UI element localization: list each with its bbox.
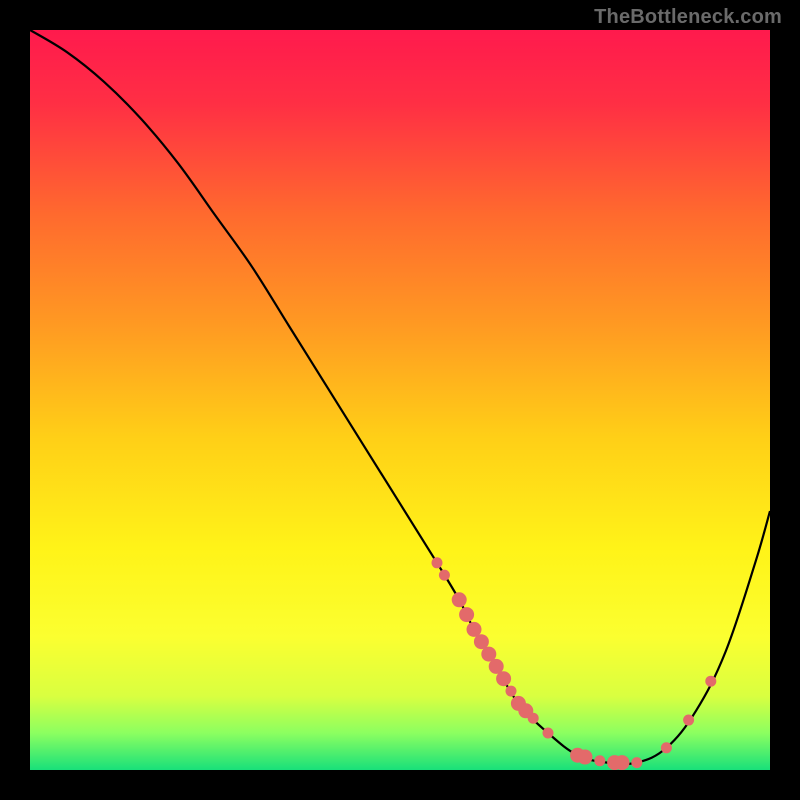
data-point — [439, 570, 450, 581]
data-point — [452, 592, 467, 607]
data-point — [683, 715, 694, 726]
data-point — [615, 755, 630, 770]
data-point — [528, 713, 539, 724]
data-point — [459, 607, 474, 622]
data-point — [631, 757, 642, 768]
data-point — [543, 728, 554, 739]
data-point — [594, 755, 605, 766]
chart-svg — [30, 30, 770, 770]
data-point — [661, 742, 672, 753]
data-point — [432, 557, 443, 568]
data-point — [506, 686, 517, 697]
data-point — [705, 676, 716, 687]
chart-plot — [30, 30, 770, 770]
chart-frame: TheBottleneck.com — [0, 0, 800, 800]
data-point — [578, 750, 593, 765]
data-point — [496, 671, 511, 686]
gradient-background — [30, 30, 770, 770]
watermark-text: TheBottleneck.com — [594, 6, 782, 29]
